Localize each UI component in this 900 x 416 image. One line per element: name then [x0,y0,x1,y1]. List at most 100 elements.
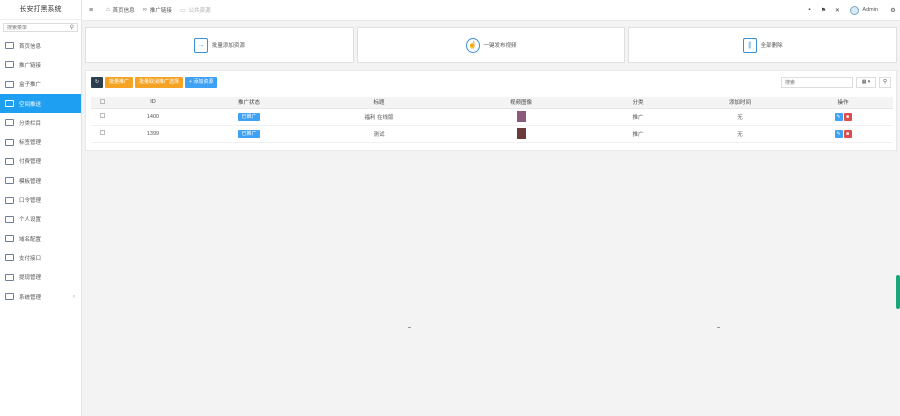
sidebar-item-label: 口令管理 [19,198,42,205]
thumbnail-image[interactable] [516,128,526,139]
tag-icon [5,138,14,146]
decorative-dot [717,327,720,328]
link-icon: ∞ [142,7,147,13]
col-category[interactable]: 分类 [589,97,687,109]
sidebar-item-label: 个人设置 [19,217,42,224]
sidebar-item-pay-api[interactable]: 支付接口 [0,248,81,267]
batch-promote-button[interactable]: 批量推广 [105,77,134,88]
brand-title: 长安打黑系统 [0,0,81,20]
add-resource-button[interactable]: + 添加资源 [185,77,218,88]
sidebar-search[interactable]: ⚲ [3,23,78,32]
status-badge[interactable]: 已推广 [238,113,260,121]
col-status[interactable]: 推广状态 [193,97,305,109]
col-time[interactable]: 添加时间 [687,97,793,109]
col-thumb[interactable]: 视频图像 [453,97,589,109]
thumbnail-image[interactable] [516,111,526,122]
cell-title: 福利 在线版 [305,108,453,126]
sidebar-nav: 首页信息 推广链接 盒子推广 空间推送 分类栏目 标签管理 付费管理 模板管理 … [0,36,81,306]
username[interactable]: Admin [862,7,878,13]
cell-status: 已推广 [193,125,305,143]
box-icon [5,80,14,88]
delete-icon[interactable]: ■ [843,129,852,138]
batch-cancel-button[interactable]: 批量取消推广选择 [135,77,184,88]
refresh-icon: ↻ [94,79,100,85]
cell-id: 1400 [113,108,193,126]
refresh-button[interactable]: ↻ [91,77,103,88]
tap-icon: ☝ [465,37,480,53]
delete-all-card[interactable]: ∥ 全部删除 [628,27,898,63]
sidebar-item-system[interactable]: 系统管理 ‹ [0,287,81,306]
trash-icon[interactable]: ▪ [802,7,816,13]
select-all-header[interactable] [91,97,113,109]
tab-promo-link[interactable]: ∞ 推广链接 [143,6,172,14]
language-icon[interactable]: ⚑ [816,7,830,14]
sidebar-item-domain[interactable]: 域名配置 [0,229,81,248]
row-checkbox[interactable] [99,130,105,135]
edit-icon[interactable]: ✎ [834,129,843,138]
sidebar-item-label: 首页信息 [19,43,42,50]
col-id[interactable]: ID [113,97,193,109]
delete-icon[interactable]: ■ [843,112,852,121]
sidebar-item-category[interactable]: 分类栏目 [0,113,81,132]
sidebar-item-password[interactable]: 口令管理 [0,190,81,209]
card-label: 批量添加资源 [211,43,245,49]
settings-icon[interactable]: ⚙ [886,7,900,14]
table-search-input[interactable] [781,77,853,88]
home-icon: ⌂ [106,7,110,13]
cell-thumb [453,125,589,143]
col-actions: 操作 [793,97,893,109]
chevron-left-icon: ‹ [73,293,75,300]
sidebar-item-withdraw[interactable]: 提现管理 [0,268,81,287]
sidebar-item-template[interactable]: 模板管理 [0,171,81,190]
cell-title: 测试 [305,125,453,143]
fullscreen-icon[interactable]: ✕ [830,7,844,14]
sidebar-item-label: 盒子推广 [19,82,42,89]
sidebar: 长安打黑系统 ⚲ 首页信息 推广链接 盒子推广 空间推送 分类栏目 标签管理 付… [0,0,82,416]
sidebar-item-tags[interactable]: 标签管理 [0,132,81,151]
push-icon [5,100,14,108]
columns-toggle-icon[interactable]: ▦ ▾ [856,77,876,88]
select-all-checkbox[interactable] [99,98,105,104]
status-badge[interactable]: 已推广 [238,130,260,138]
payment-icon [5,157,14,165]
quick-actions: → 批量添加资源 ☝ 一键发布视频 ∥ 全部删除 [85,27,898,63]
topbar-right: ▪ ⚑ ✕ Admin ⚙ [802,5,900,15]
avatar[interactable] [850,5,860,15]
pay-api-icon [5,254,14,262]
scrollbar-handle[interactable] [896,275,900,309]
row-checkbox[interactable] [99,113,105,118]
menu-toggle-icon[interactable]: ≡ [84,7,98,14]
sidebar-item-label: 分类栏目 [19,120,42,127]
one-click-publish-card[interactable]: ☝ 一键发布视频 [356,27,626,63]
search-icon[interactable]: ⚲ [879,77,891,88]
sidebar-item-home[interactable]: 首页信息 [0,36,81,55]
col-title[interactable]: 标题 [305,97,453,109]
sidebar-item-label: 模板管理 [19,178,42,185]
top-navbar: ≡ ⌂ 首页信息 ∞ 推广链接 ▭ 公共资源 ▪ ⚑ ✕ Admin ⚙ [82,0,900,21]
row-select[interactable] [91,125,113,143]
sidebar-item-profile[interactable]: 个人设置 [0,210,81,229]
sidebar-item-label: 空间推送 [19,101,42,108]
card-label: 一键发布视频 [483,43,517,49]
table-row: 1400 已推广 福利 在线版 推广 无 ✎ ■ [91,108,893,126]
import-icon: → [193,37,208,53]
sidebar-search-input[interactable] [7,24,63,31]
sidebar-item-payment[interactable]: 付费管理 [0,152,81,171]
batch-add-card[interactable]: → 批量添加资源 [85,27,354,63]
sidebar-item-promo-link[interactable]: 推广链接 [0,55,81,74]
cell-actions: ✎ ■ [793,125,893,143]
folder-icon: ▭ [179,7,186,14]
tab-public-resources[interactable]: ▭ 公共资源 [179,6,211,15]
cell-category: 推广 [589,125,687,143]
cell-actions: ✎ ■ [793,108,893,126]
category-icon [5,119,14,127]
edit-icon[interactable]: ✎ [834,112,843,121]
row-select[interactable] [91,108,113,126]
tab-home[interactable]: ⌂ 首页信息 [106,6,135,14]
sidebar-item-box[interactable]: 盒子推广 [0,75,81,94]
system-icon [5,293,14,300]
sidebar-item-push[interactable]: 空间推送 [0,93,81,114]
search-icon[interactable]: ⚲ [70,24,74,31]
sidebar-item-label: 提现管理 [19,275,42,282]
tab-label: 公共资源 [188,8,211,14]
